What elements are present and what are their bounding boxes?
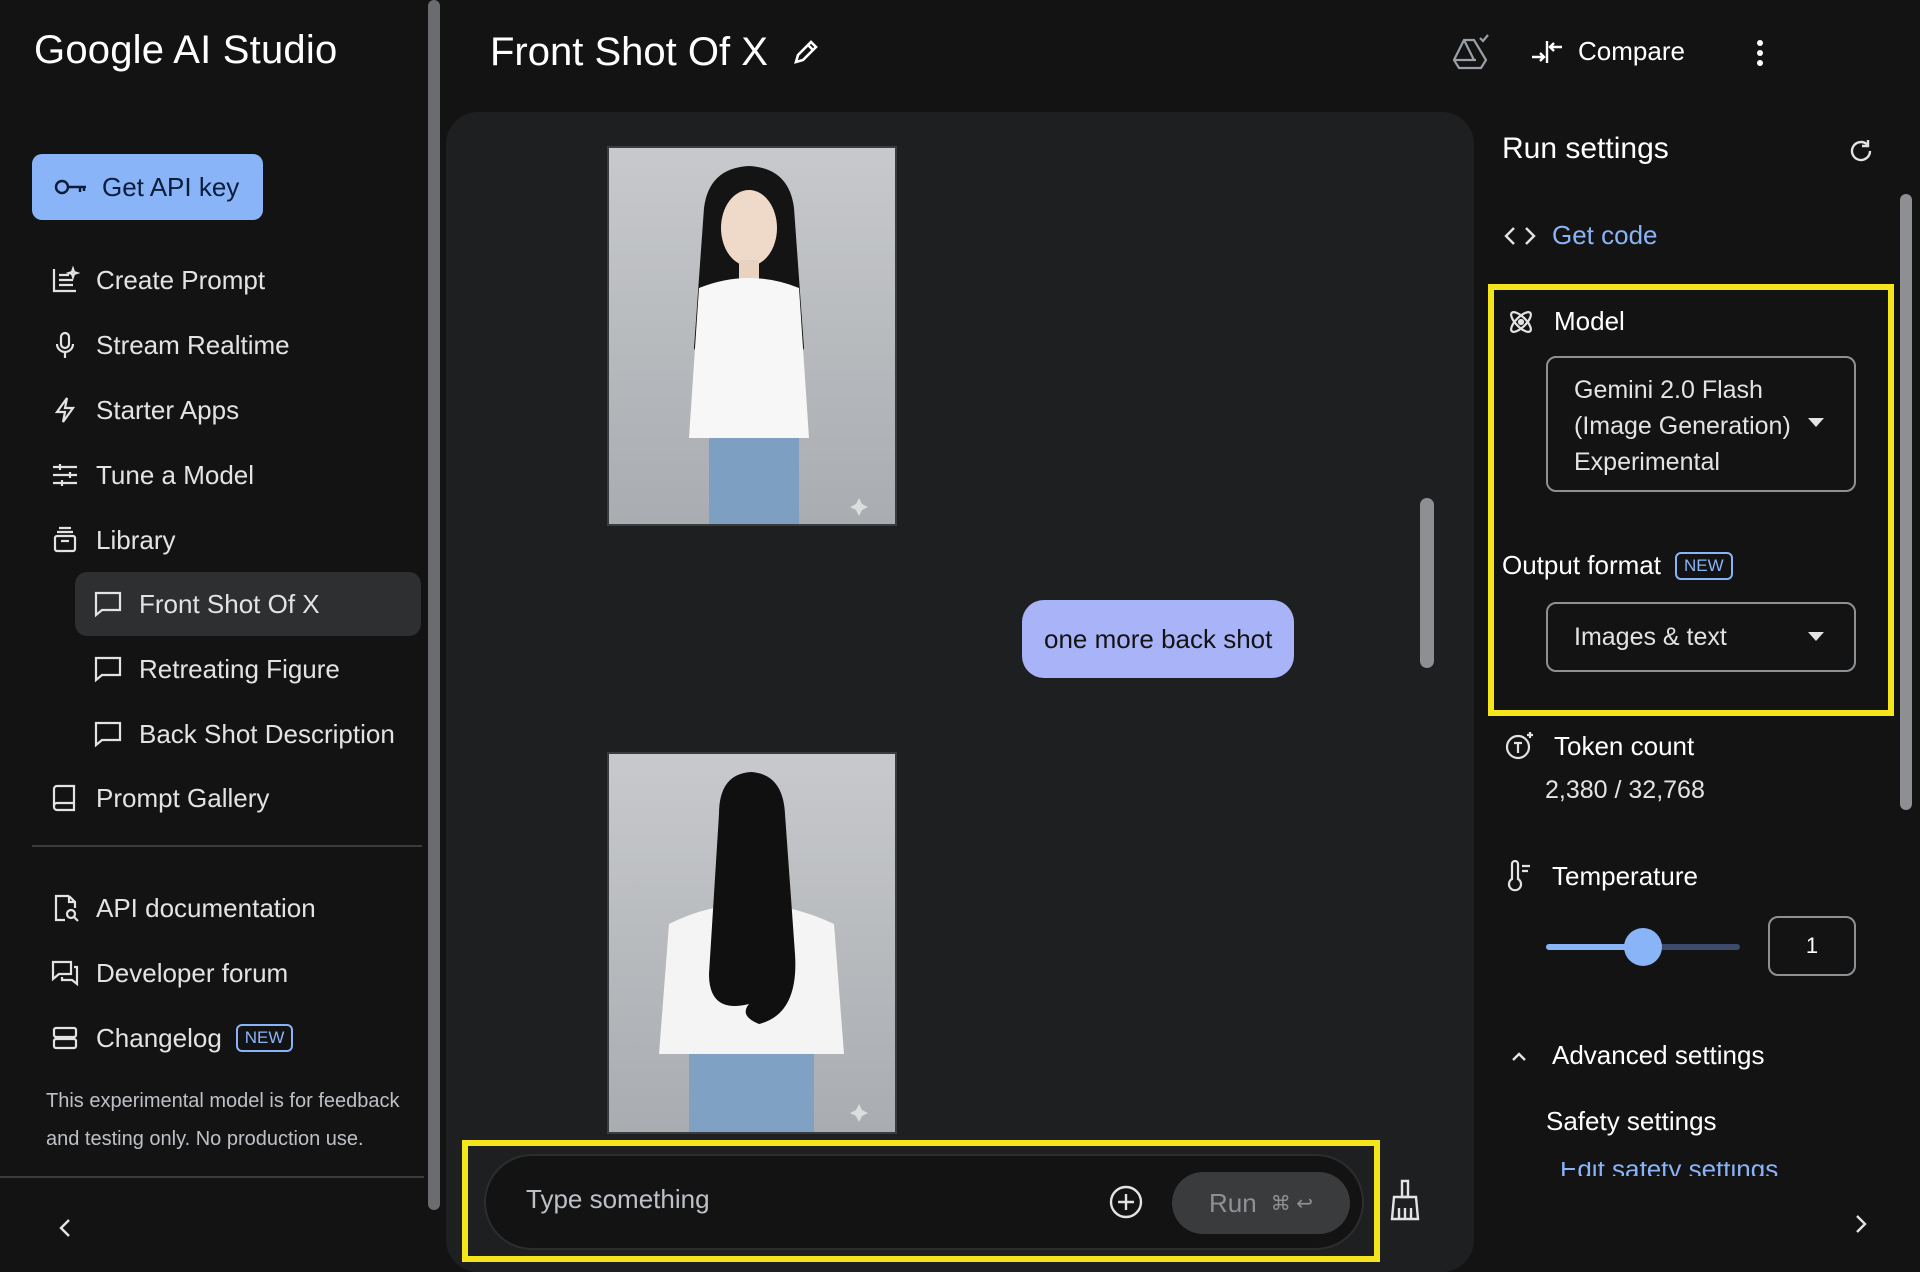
dropdown-caret-icon [1806, 416, 1826, 428]
model-value-line: Experimental [1574, 448, 1720, 476]
library-item-retreating-figure[interactable]: Retreating Figure [75, 637, 421, 701]
temperature-slider-thumb[interactable] [1624, 928, 1662, 966]
output-format-header: Output format NEW [1502, 550, 1733, 581]
library-item-front-shot[interactable]: Front Shot Of X [75, 572, 421, 636]
link-developer-forum[interactable]: Developer forum [32, 945, 422, 1001]
nav-label: Starter Apps [96, 394, 240, 425]
library-item-label: Retreating Figure [139, 653, 340, 684]
compare-icon [1530, 37, 1564, 67]
model-label: Model [1554, 306, 1625, 336]
code-icon [1504, 224, 1536, 248]
advanced-settings-toggle[interactable]: Advanced settings [1504, 1040, 1764, 1071]
pencil-icon[interactable] [790, 36, 822, 68]
bolt-icon [48, 393, 82, 427]
changelog-icon [48, 1021, 82, 1055]
nav-label: Prompt Gallery [96, 782, 270, 813]
drive-save-icon[interactable] [1450, 34, 1490, 72]
new-badge: NEW [235, 1024, 294, 1052]
chat-panel [446, 112, 1474, 1272]
run-settings-title: Run settings [1502, 132, 1669, 165]
get-code-label: Get code [1552, 220, 1658, 250]
library-item-back-shot[interactable]: Back Shot Description [75, 702, 421, 766]
advanced-settings-label: Advanced settings [1552, 1040, 1765, 1070]
temperature-label: Temperature [1552, 860, 1698, 891]
model-value-line: Gemini 2.0 Flash [1574, 376, 1763, 404]
edit-safety-settings-label: Edit safety settings [1560, 1162, 1778, 1176]
microphone-icon [48, 328, 82, 362]
generated-image-back[interactable] [607, 752, 897, 1134]
model-icon [1506, 307, 1536, 337]
api-docs-icon [48, 891, 82, 925]
app-title: Google AI Studio [34, 28, 338, 72]
sidebar-bottom-divider [0, 1176, 424, 1178]
chat-bubble-icon [91, 587, 125, 621]
key-icon [54, 177, 88, 197]
temperature-header: Temperature [1504, 860, 1698, 892]
page-title: Front Shot Of X [490, 30, 768, 74]
create-prompt-icon [48, 263, 82, 297]
nav-label: Create Prompt [96, 264, 266, 295]
compare-button[interactable]: Compare [1530, 36, 1685, 67]
dropdown-caret-icon [1806, 630, 1826, 642]
library-item-label: Back Shot Description [139, 718, 395, 749]
run-label: Run [1208, 1187, 1257, 1218]
add-circle-icon[interactable] [1108, 1184, 1144, 1220]
nav-label: Stream Realtime [96, 329, 290, 360]
nav-stream-realtime[interactable]: Stream Realtime [32, 317, 422, 373]
clear-chat-icon[interactable] [1388, 1178, 1422, 1222]
chevron-left-icon[interactable] [56, 1216, 74, 1240]
link-label: API documentation [96, 892, 316, 923]
model-value-line: (Image Generation) [1574, 412, 1791, 440]
link-changelog[interactable]: Changelog NEW [32, 1010, 422, 1066]
new-badge: NEW [1674, 551, 1733, 580]
reset-icon[interactable] [1846, 136, 1876, 166]
link-api-documentation[interactable]: API documentation [32, 880, 422, 936]
chevron-right-icon[interactable] [1852, 1212, 1870, 1236]
link-label: Changelog [96, 1022, 222, 1053]
get-api-key-button[interactable]: Get API key [32, 154, 263, 220]
token-icon [1504, 730, 1536, 762]
nav-prompt-gallery[interactable]: Prompt Gallery [32, 770, 422, 826]
more-vert-icon[interactable] [1754, 38, 1766, 68]
generated-image-front[interactable] [607, 146, 897, 526]
output-format-label: Output format [1502, 550, 1661, 580]
run-shortcut: ⌘ ↩ [1270, 1192, 1314, 1215]
edit-safety-settings-link[interactable]: Edit safety settings [1560, 1162, 1778, 1176]
library-icon [48, 523, 82, 557]
settings-scrollbar[interactable] [1900, 194, 1912, 810]
nav-tune-model[interactable]: Tune a Model [32, 447, 422, 503]
sidebar-divider [32, 845, 422, 847]
token-count-label: Token count [1554, 730, 1695, 761]
forum-icon [48, 956, 82, 990]
get-code-link[interactable]: Get code [1504, 220, 1658, 251]
nav-create-prompt[interactable]: Create Prompt [32, 252, 422, 308]
book-icon [48, 781, 82, 815]
thermometer-icon [1504, 860, 1534, 892]
model-section-header: Model [1506, 306, 1625, 337]
user-message-bubble: one more back shot [1022, 600, 1295, 678]
prompt-input-placeholder: Type something [526, 1184, 710, 1214]
run-button[interactable]: Run ⌘ ↩ [1172, 1172, 1350, 1234]
temperature-input[interactable]: 1 [1768, 916, 1856, 976]
disclaimer-text: This experimental model is for feedback … [46, 1090, 400, 1150]
library-item-label: Front Shot Of X [139, 588, 320, 619]
output-format-value: Images & text [1574, 622, 1727, 651]
chat-scrollbar[interactable] [1420, 498, 1434, 668]
token-count-value: 2,380 / 32,768 [1545, 776, 1705, 804]
nav-library[interactable]: Library [32, 512, 422, 568]
get-api-key-label: Get API key [102, 171, 240, 202]
safety-settings-label: Safety settings [1546, 1106, 1717, 1136]
compare-label: Compare [1578, 36, 1685, 66]
chat-bubble-icon [91, 717, 125, 751]
nav-label: Library [96, 524, 176, 555]
nav-label: Tune a Model [96, 459, 255, 490]
sidebar-scrollbar[interactable] [428, 0, 440, 1210]
nav-starter-apps[interactable]: Starter Apps [32, 382, 422, 438]
tune-icon [48, 458, 82, 492]
link-label: Developer forum [96, 957, 289, 988]
chevron-up-icon [1504, 1046, 1534, 1066]
token-count-header: Token count [1504, 730, 1694, 762]
chat-bubble-icon [91, 652, 125, 686]
